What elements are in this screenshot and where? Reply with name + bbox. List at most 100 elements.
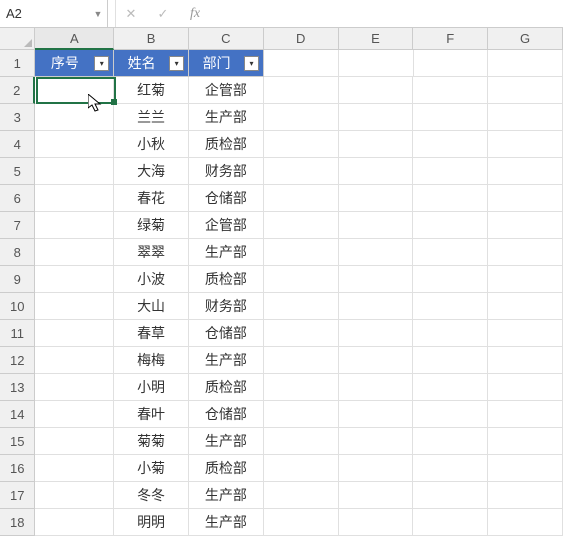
cell[interactable]	[35, 401, 114, 428]
col-header-a[interactable]: A	[35, 28, 114, 50]
cancel-icon[interactable]: ✕	[122, 6, 140, 22]
cell[interactable]	[35, 212, 114, 239]
cell[interactable]: 翠翠	[114, 239, 189, 266]
cell[interactable]	[488, 50, 563, 77]
cell[interactable]: 冬冬	[114, 482, 189, 509]
enter-icon[interactable]: ✓	[154, 6, 172, 22]
cell[interactable]: 企管部	[189, 77, 264, 104]
cell[interactable]	[413, 212, 488, 239]
cell[interactable]: 仓储部	[189, 320, 264, 347]
header-cell-c[interactable]: 部门 ▾	[189, 50, 264, 77]
col-header-e[interactable]: E	[339, 28, 414, 50]
cell[interactable]: 小明	[114, 374, 189, 401]
cell[interactable]	[264, 131, 339, 158]
cell[interactable]	[264, 212, 339, 239]
row-header-12[interactable]: 12	[0, 347, 35, 374]
row-header-6[interactable]: 6	[0, 185, 35, 212]
cell[interactable]	[35, 428, 114, 455]
cell[interactable]	[35, 239, 114, 266]
cell[interactable]	[35, 77, 114, 104]
row-header-18[interactable]: 18	[0, 509, 35, 536]
fx-icon[interactable]: fx	[186, 6, 204, 22]
select-all-corner[interactable]	[0, 28, 35, 50]
row-header-9[interactable]: 9	[0, 266, 35, 293]
cell[interactable]	[264, 401, 339, 428]
cell[interactable]: 春叶	[114, 401, 189, 428]
cell[interactable]: 生产部	[189, 347, 264, 374]
cell[interactable]	[488, 293, 563, 320]
cell[interactable]	[339, 509, 414, 536]
cell[interactable]	[413, 482, 488, 509]
cell[interactable]: 财务部	[189, 158, 264, 185]
cell[interactable]	[413, 77, 488, 104]
cell[interactable]: 兰兰	[114, 104, 189, 131]
cell[interactable]: 质检部	[189, 266, 264, 293]
cell[interactable]: 生产部	[189, 509, 264, 536]
cell[interactable]	[264, 293, 339, 320]
cell[interactable]	[488, 266, 563, 293]
cell[interactable]: 生产部	[189, 428, 264, 455]
col-header-d[interactable]: D	[264, 28, 339, 50]
filter-icon[interactable]: ▾	[94, 56, 109, 71]
cell[interactable]	[264, 482, 339, 509]
row-header-11[interactable]: 11	[0, 320, 35, 347]
cell[interactable]	[35, 104, 114, 131]
cell[interactable]: 质检部	[189, 455, 264, 482]
cell[interactable]: 梅梅	[114, 347, 189, 374]
cell[interactable]	[264, 347, 339, 374]
cell[interactable]: 大山	[114, 293, 189, 320]
row-header-14[interactable]: 14	[0, 401, 35, 428]
cell[interactable]	[488, 77, 563, 104]
cell[interactable]: 红菊	[114, 77, 189, 104]
header-cell-a[interactable]: 序号 ▾	[35, 50, 114, 77]
cell[interactable]	[339, 266, 414, 293]
cell[interactable]	[488, 428, 563, 455]
row-header-8[interactable]: 8	[0, 239, 35, 266]
cell[interactable]	[339, 77, 414, 104]
cell[interactable]: 生产部	[189, 104, 264, 131]
cell[interactable]	[339, 374, 414, 401]
cell[interactable]	[264, 509, 339, 536]
name-box-dropdown-icon[interactable]: ▼	[89, 0, 107, 27]
cell[interactable]	[35, 131, 114, 158]
cell[interactable]	[488, 455, 563, 482]
cell[interactable]: 生产部	[189, 482, 264, 509]
cell[interactable]	[488, 131, 563, 158]
cell[interactable]	[35, 293, 114, 320]
cell[interactable]	[339, 50, 414, 77]
cell[interactable]	[35, 158, 114, 185]
row-header-7[interactable]: 7	[0, 212, 35, 239]
cell[interactable]	[339, 104, 414, 131]
cell[interactable]	[339, 320, 414, 347]
row-header-15[interactable]: 15	[0, 428, 35, 455]
cell[interactable]: 财务部	[189, 293, 264, 320]
cell[interactable]	[413, 104, 488, 131]
cell[interactable]	[488, 374, 563, 401]
cell[interactable]: 质检部	[189, 131, 264, 158]
cell[interactable]	[35, 320, 114, 347]
cell[interactable]	[35, 266, 114, 293]
cell[interactable]	[413, 428, 488, 455]
cell[interactable]	[339, 401, 414, 428]
cell[interactable]	[339, 158, 414, 185]
cell[interactable]: 生产部	[189, 239, 264, 266]
cell[interactable]	[413, 320, 488, 347]
cell[interactable]	[264, 185, 339, 212]
cell[interactable]	[339, 455, 414, 482]
cell[interactable]	[339, 185, 414, 212]
cell[interactable]	[35, 509, 114, 536]
cell[interactable]	[413, 374, 488, 401]
header-cell-b[interactable]: 姓名 ▾	[114, 50, 189, 77]
cell[interactable]: 仓储部	[189, 185, 264, 212]
cell[interactable]	[264, 239, 339, 266]
cell[interactable]: 质检部	[189, 374, 264, 401]
cell[interactable]	[488, 401, 563, 428]
cell[interactable]	[35, 374, 114, 401]
cell[interactable]: 明明	[114, 509, 189, 536]
cell[interactable]	[264, 266, 339, 293]
cell[interactable]	[488, 158, 563, 185]
cell[interactable]	[35, 455, 114, 482]
filter-icon[interactable]: ▾	[169, 56, 184, 71]
cell[interactable]	[488, 212, 563, 239]
cell[interactable]	[413, 293, 488, 320]
